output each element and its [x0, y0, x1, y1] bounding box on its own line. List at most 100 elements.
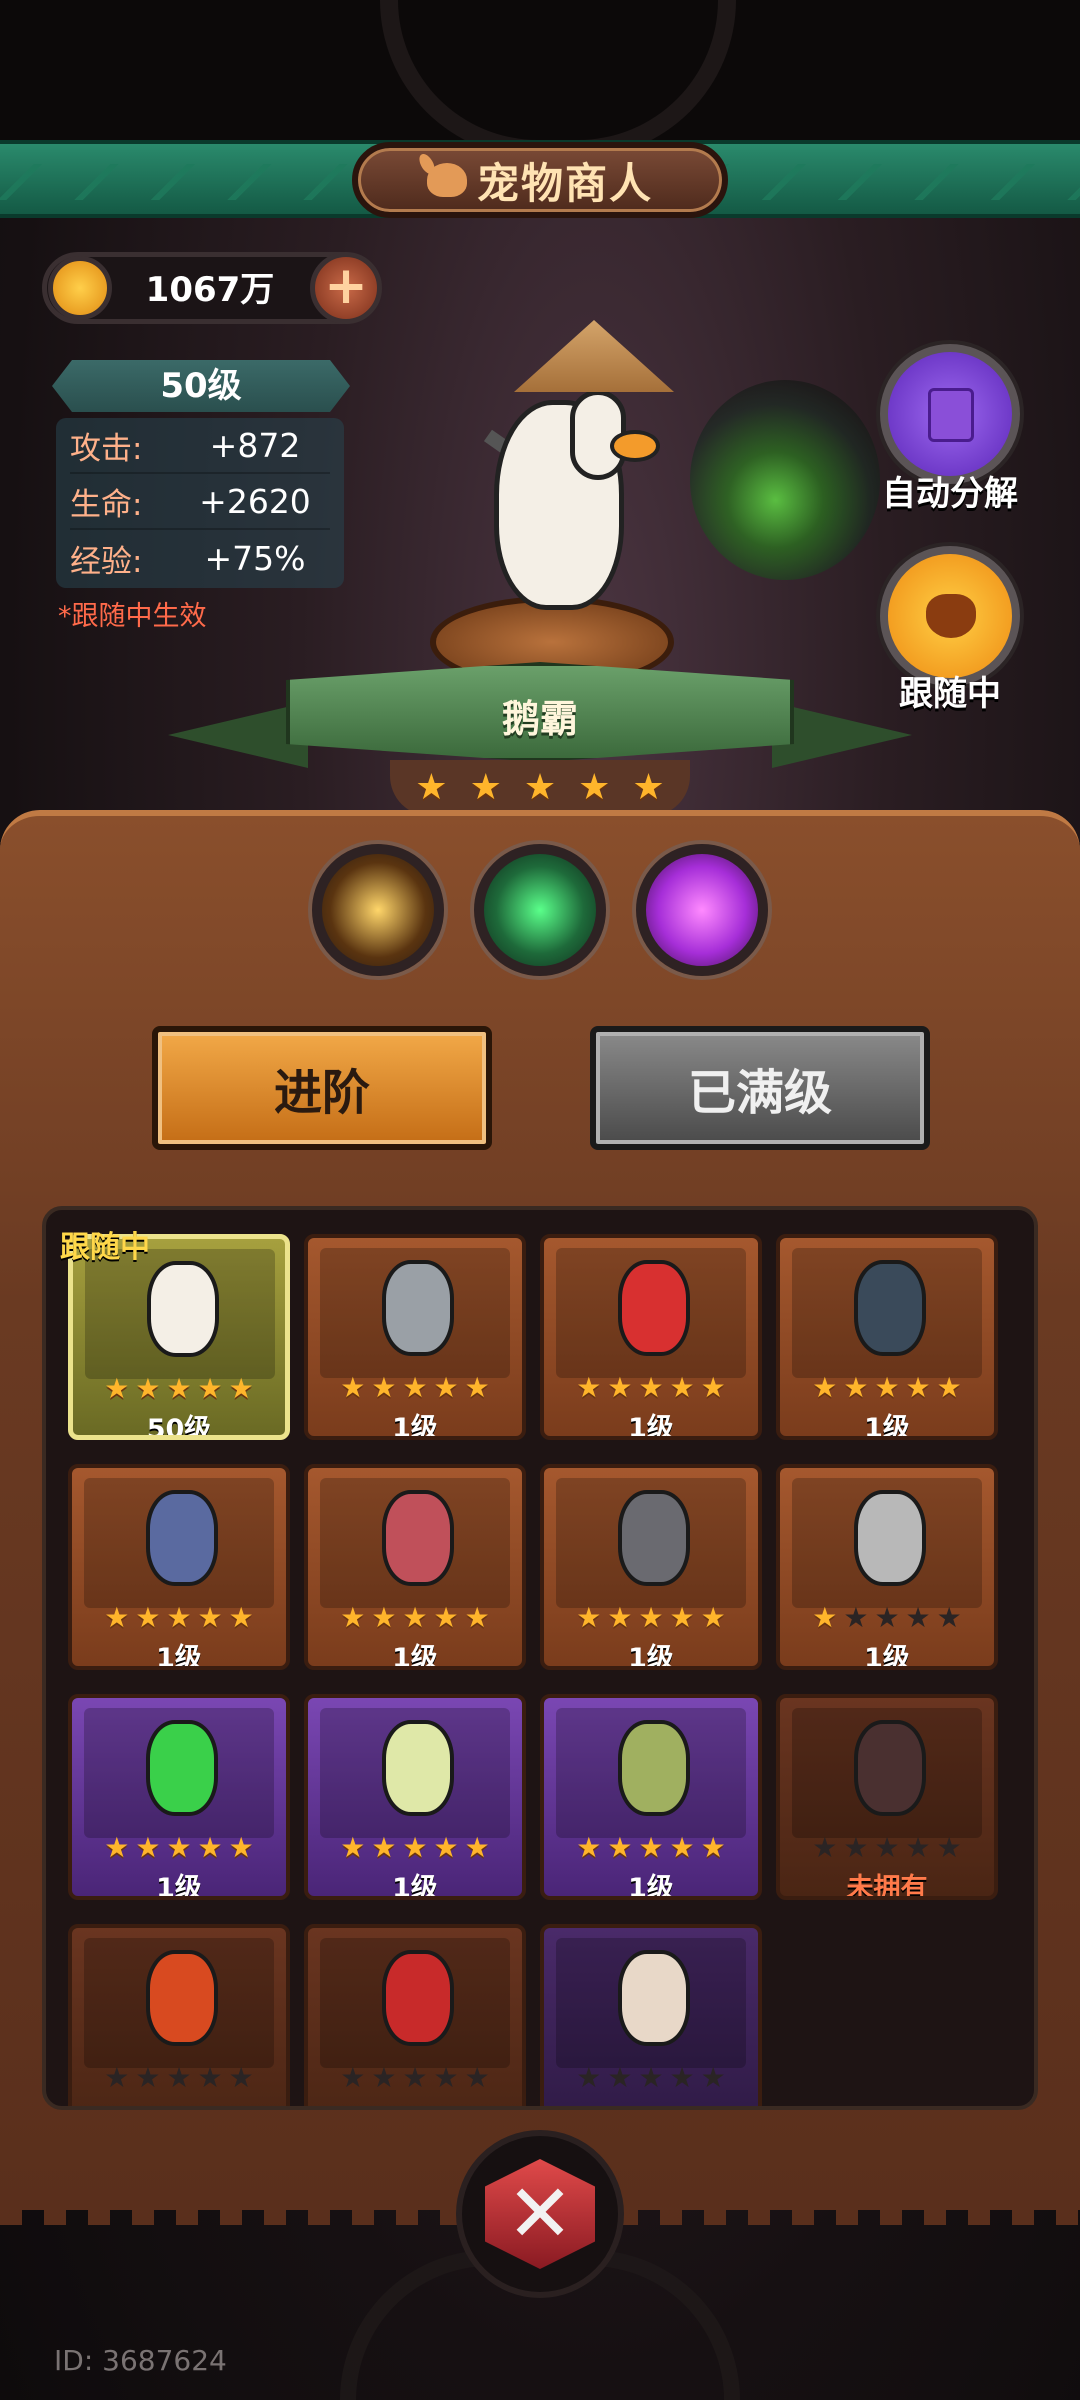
pet-grid: ★ ★ ★ ★ ★ 50级 ★ ★ ★ ★ ★ 1级 ★ ★ ★ ★ ★ 1级 ★ ★ ★ ★ ★ 1级 ★ ★ ★ ★ ★ 1级 ★ ★ ★ ★…	[42, 1206, 1038, 2110]
pet-stars: ★ ★ ★ ★ ★	[544, 1374, 758, 1402]
star-icon: ★	[576, 1601, 602, 1634]
pet-card[interactable]: ★ ★ ★ ★ ★ 1级	[776, 1464, 998, 1670]
pet-level-label: 1级	[628, 1643, 674, 1670]
pet-stars: ★ ★ ★ ★ ★	[544, 2064, 758, 2092]
star-icon: ★	[843, 1601, 869, 1634]
star-icon: ★	[135, 1831, 161, 1864]
skill-wind-icon[interactable]	[474, 844, 606, 976]
star-icon: ★	[700, 2061, 726, 2094]
following-tag: 跟随中	[60, 1230, 150, 1265]
star-icon: ★	[104, 2061, 130, 2094]
pet-level-label: 1级	[156, 1873, 202, 1900]
skill-shadow-icon[interactable]	[312, 844, 444, 976]
close-button[interactable]: ✕	[456, 2130, 624, 2298]
pet-level-label: 1级	[392, 1643, 438, 1670]
pet-card[interactable]: ★ ★ ★ ★ ★ 1级	[304, 1234, 526, 1440]
star-icon: ★	[166, 1601, 192, 1634]
pet-card[interactable]: ★ ★ ★ ★ ★ 1级	[540, 1234, 762, 1440]
star-icon: ★	[197, 1372, 223, 1405]
straw-hat	[514, 320, 674, 392]
pet-card[interactable]: ★ ★ ★ ★ ★	[68, 1924, 290, 2106]
star-icon: ★	[700, 1831, 726, 1864]
star-icon: ★	[228, 1831, 254, 1864]
star-icon: ★	[104, 1372, 130, 1405]
follow-label: 跟随中	[899, 674, 1001, 714]
star-icon: ★	[166, 2061, 192, 2094]
pet-card[interactable]: ★ ★ ★ ★ ★ 1级	[304, 1464, 526, 1670]
pet-portrait	[618, 1490, 690, 1586]
star-icon: ★	[669, 1371, 695, 1404]
star-icon: ★	[371, 1831, 397, 1864]
pet-portrait	[854, 1490, 926, 1586]
pet-card[interactable]: ★ ★ ★ ★ ★ 1级	[776, 1234, 998, 1440]
star-icon: ★	[197, 1601, 223, 1634]
star-icon: ★	[874, 1601, 900, 1634]
pet-portrait	[146, 1490, 218, 1586]
star-icon: ★	[135, 1601, 161, 1634]
star-icon: ★	[607, 1601, 633, 1634]
star-icon: ★	[905, 1371, 931, 1404]
skill-chat-icon[interactable]	[636, 844, 768, 976]
star-icon: ★	[607, 2061, 633, 2094]
star-icon: ★	[874, 1371, 900, 1404]
star-icon: ★	[415, 767, 448, 808]
pet-portrait	[382, 1260, 454, 1356]
stat-exp: 经验: +75%	[70, 530, 330, 586]
star-icon: ★	[371, 1371, 397, 1404]
pet-stars: ★ ★ ★ ★ ★	[308, 1604, 522, 1632]
pet-card[interactable]: ★ ★ ★ ★ ★ 1级	[68, 1464, 290, 1670]
max-level-button[interactable]: 已满级	[590, 1026, 930, 1150]
follow-button[interactable]	[880, 546, 1020, 686]
stat-value: +75%	[204, 538, 306, 578]
star-icon: ★	[936, 1371, 962, 1404]
pet-level-label: 未拥有	[846, 1873, 928, 1900]
pet-stars: ★ ★ ★ ★ ★	[308, 1374, 522, 1402]
star-icon: ★	[469, 767, 502, 808]
star-icon: ★	[812, 1371, 838, 1404]
decompose-icon	[928, 388, 974, 442]
pet-level-label: 1级	[628, 1413, 674, 1440]
pet-stars: ★ ★ ★ ★ ★	[72, 2064, 286, 2092]
star-icon: ★	[669, 2061, 695, 2094]
title-plate: 宠物商人	[352, 142, 728, 218]
pet-portrait	[146, 1950, 218, 2046]
star-icon: ★	[669, 1601, 695, 1634]
fox-icon	[426, 163, 467, 197]
pet-level-label: 1级	[392, 1873, 438, 1900]
pet-level-label: 50级	[146, 1414, 212, 1440]
pet-card[interactable]: ★ ★ ★ ★ ★	[540, 1924, 762, 2106]
pet-card[interactable]: ★ ★ ★ ★ ★ 1级	[540, 1464, 762, 1670]
star-icon: ★	[669, 1831, 695, 1864]
star-icon: ★	[402, 1831, 428, 1864]
pet-card[interactable]: ★ ★ ★ ★ ★	[304, 1924, 526, 2106]
pet-stars: ★ ★ ★ ★ ★	[72, 1604, 286, 1632]
pet-level-label: 1级	[864, 1413, 910, 1440]
pet-stars: ★ ★ ★ ★ ★	[308, 2064, 522, 2092]
advance-button[interactable]: 进阶	[152, 1026, 492, 1150]
star-icon: ★	[843, 1371, 869, 1404]
currency-amount: 1067万	[145, 270, 275, 310]
pet-card[interactable]: ★ ★ ★ ★ ★ 未拥有	[776, 1694, 998, 1900]
star-icon: ★	[433, 1601, 459, 1634]
star-icon: ★	[638, 1831, 664, 1864]
pet-portrait	[618, 1720, 690, 1816]
pet-level-label: 1级	[156, 1643, 202, 1670]
stat-value: +872	[209, 425, 301, 465]
user-id: ID: 3687624	[54, 2344, 227, 2377]
star-icon: ★	[936, 1831, 962, 1864]
star-icon: ★	[464, 1371, 490, 1404]
pet-portrait	[382, 1490, 454, 1586]
auto-decompose-button[interactable]	[880, 344, 1020, 484]
coin-icon	[48, 256, 112, 320]
star-icon: ★	[464, 1601, 490, 1634]
pet-level-label: 1级	[628, 1873, 674, 1900]
pet-card[interactable]: ★ ★ ★ ★ ★ 1级	[304, 1694, 526, 1900]
star-icon: ★	[228, 2061, 254, 2094]
page-title: 宠物商人	[476, 158, 653, 208]
add-currency-button[interactable]: +	[310, 252, 382, 324]
star-icon: ★	[228, 1372, 254, 1405]
stat-value: +2620	[199, 481, 311, 521]
pet-card[interactable]: ★ ★ ★ ★ ★ 1级	[68, 1694, 290, 1900]
star-icon: ★	[638, 1601, 664, 1634]
pet-card[interactable]: ★ ★ ★ ★ ★ 1级	[540, 1694, 762, 1900]
